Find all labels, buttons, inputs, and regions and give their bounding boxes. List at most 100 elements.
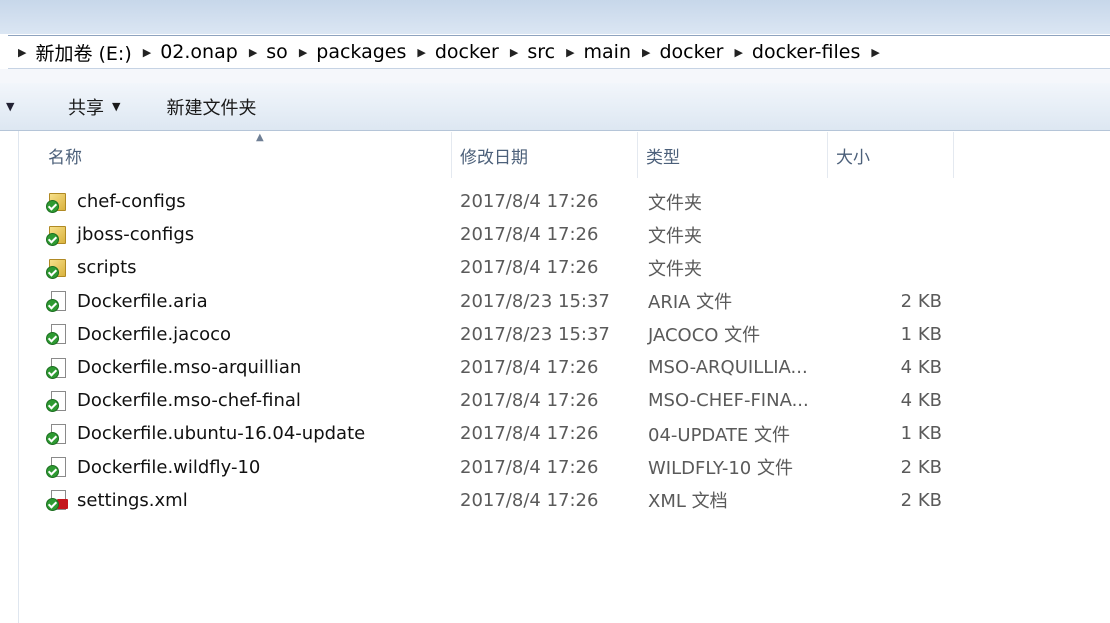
breadcrumb-segment[interactable]: ▶ main — [562, 41, 638, 63]
file-name: Dockerfile.aria — [77, 290, 208, 312]
breadcrumb-label[interactable]: src — [527, 41, 555, 63]
breadcrumb-arrow-icon[interactable]: ▶ — [871, 46, 879, 59]
file-type: 文件夹 — [648, 225, 702, 247]
folder-icon — [46, 224, 68, 246]
file-type: 04-UPDATE 文件 — [648, 424, 790, 446]
breadcrumb-arrow-icon[interactable]: ▶ — [18, 46, 26, 59]
breadcrumb-segment[interactable]: ▶ src — [506, 41, 562, 63]
chevron-down-icon: ▼ — [112, 100, 121, 113]
column-name-label: 名称 — [48, 147, 82, 168]
file-type: 文件夹 — [648, 192, 702, 214]
breadcrumb-arrow-icon[interactable]: ▶ — [642, 46, 650, 59]
toolbar: ▼ 共享 ▼ 新建文件夹 — [0, 83, 1110, 131]
file-name-cell: Dockerfile.aria — [46, 285, 208, 318]
folder-icon — [46, 191, 68, 213]
organize-dropdown-icon[interactable]: ▼ — [6, 100, 20, 113]
file-size — [840, 251, 942, 284]
breadcrumb-arrow-icon[interactable]: ▶ — [143, 46, 151, 59]
breadcrumb-label[interactable]: docker — [435, 41, 499, 63]
file-row[interactable]: Dockerfile.jacoco 2017/8/23 15:37 JACOCO 文… — [20, 318, 1110, 351]
navigation-pane-edge — [0, 131, 19, 623]
file-name-cell: Dockerfile.mso-arquillian — [46, 351, 301, 384]
file-date: 2017/8/4 17:26 — [460, 224, 599, 246]
file-name: settings.xml — [77, 489, 188, 511]
breadcrumb-segment[interactable]: ▶ 02.onap — [139, 41, 245, 63]
file-size: 2 KB — [900, 290, 942, 312]
breadcrumb-segment[interactable]: ▶ so — [245, 41, 295, 63]
file-row[interactable]: Dockerfile.ubuntu-16.04-update 2017/8/4 1… — [20, 417, 1110, 450]
new-folder-button[interactable]: 新建文件夹 — [166, 94, 256, 120]
file-name: Dockerfile.ubuntu-16.04-update — [77, 423, 366, 445]
file-row[interactable]: jboss-configs 2017/8/4 17:26 文件夹 — [20, 218, 1110, 251]
breadcrumb-label[interactable]: docker-files — [752, 41, 860, 63]
breadcrumb-label[interactable]: main — [584, 41, 631, 63]
breadcrumb-segment[interactable]: ▶ docker-files — [730, 41, 867, 63]
address-bar[interactable]: ▶ 新加卷 (E:) ▶ 02.onap ▶ so ▶ packages ▶ docker ▶ src… — [8, 35, 1110, 69]
file-row[interactable]: Dockerfile.mso-chef-final 2017/8/4 17:26 M… — [20, 384, 1110, 417]
file-icon — [46, 323, 68, 346]
file-row[interactable]: chef-configs 2017/8/4 17:26 文件夹 — [20, 185, 1110, 218]
column-header-size[interactable]: 大小 — [828, 132, 954, 178]
file-size — [840, 218, 942, 251]
file-type: ARIA 文件 — [648, 292, 733, 314]
breadcrumb-arrow-icon[interactable]: ▶ — [249, 46, 257, 59]
breadcrumb-segment[interactable]: ▶ docker — [638, 41, 730, 63]
breadcrumb-segment[interactable]: ▶ 新加卷 (E:) — [14, 39, 139, 66]
breadcrumb-label[interactable]: packages — [316, 41, 406, 63]
breadcrumb-label[interactable]: 02.onap — [160, 41, 238, 63]
column-header: 名称 ▲ 修改日期 类型 大小 — [20, 132, 1110, 178]
file-name: Dockerfile.wildfly-10 — [77, 456, 261, 478]
file-name-cell: settings.xml — [46, 484, 188, 517]
file-date: 2017/8/4 17:26 — [460, 456, 599, 478]
file-date: 2017/8/23 15:37 — [460, 323, 610, 345]
breadcrumb-label[interactable]: docker — [659, 41, 723, 63]
share-button[interactable]: 共享 ▼ — [68, 94, 120, 120]
file-type: JACOCO 文件 — [648, 325, 761, 347]
file-name: Dockerfile.mso-arquillian — [77, 357, 302, 378]
address-gap — [0, 69, 1110, 83]
file-row[interactable]: settings.xml 2017/8/4 17:26 XML 文档 2 KB — [20, 484, 1110, 517]
column-size-label: 大小 — [836, 147, 870, 168]
file-name-cell: Dockerfile.wildfly-10 — [46, 451, 260, 484]
file-date: 2017/8/4 17:26 — [460, 257, 599, 279]
breadcrumb-arrow-icon[interactable]: ▶ — [734, 46, 742, 59]
file-row[interactable]: Dockerfile.wildfly-10 2017/8/4 17:26 WILDF… — [20, 451, 1110, 484]
file-name-cell: Dockerfile.jacoco — [46, 318, 231, 351]
column-header-name[interactable]: 名称 — [40, 132, 452, 178]
file-size: 4 KB — [900, 357, 942, 378]
window-top-strip — [0, 0, 1110, 34]
file-name-cell: Dockerfile.mso-chef-final — [46, 384, 301, 417]
file-date: 2017/8/4 17:26 — [460, 390, 599, 412]
file-type: XML 文档 — [648, 491, 728, 513]
file-icon — [46, 423, 68, 445]
column-header-type[interactable]: 类型 — [638, 132, 828, 178]
column-type-label: 类型 — [646, 147, 680, 168]
breadcrumb-segment[interactable]: ▶ packages — [295, 41, 414, 63]
file-size — [840, 185, 942, 218]
folder-icon — [46, 257, 68, 279]
breadcrumb-arrow-icon[interactable]: ▶ — [417, 46, 425, 59]
file-size: 1 KB — [900, 323, 942, 345]
file-icon — [46, 357, 68, 379]
file-type: 文件夹 — [648, 258, 702, 280]
breadcrumb-arrow-icon[interactable]: ▶ — [566, 46, 574, 59]
file-name: Dockerfile.mso-chef-final — [77, 390, 301, 412]
column-header-date[interactable]: 修改日期 — [452, 132, 638, 178]
file-date: 2017/8/4 17:26 — [460, 191, 599, 212]
breadcrumb-label[interactable]: 新加卷 (E:) — [35, 39, 131, 66]
file-name-cell: chef-configs — [46, 185, 186, 218]
breadcrumb-arrow-icon[interactable]: ▶ — [510, 46, 518, 59]
file-row[interactable]: Dockerfile.mso-arquillian 2017/8/4 17:26 M… — [20, 351, 1110, 384]
file-date: 2017/8/23 15:37 — [460, 290, 610, 312]
breadcrumb-arrow-icon[interactable]: ▶ — [299, 46, 307, 59]
column-date-label: 修改日期 — [460, 147, 528, 168]
file-row[interactable]: scripts 2017/8/4 17:26 文件夹 — [20, 251, 1110, 284]
file-size: 2 KB — [900, 489, 942, 511]
share-label: 共享 — [68, 97, 104, 119]
breadcrumb-segment[interactable]: ▶ docker — [413, 41, 505, 63]
file-date: 2017/8/4 17:26 — [460, 489, 599, 511]
file-row[interactable]: Dockerfile.aria 2017/8/23 15:37 ARIA 文件 2 K… — [20, 285, 1110, 318]
file-name: Dockerfile.jacoco — [77, 323, 232, 345]
file-icon — [46, 456, 68, 479]
breadcrumb-label[interactable]: so — [266, 41, 288, 63]
